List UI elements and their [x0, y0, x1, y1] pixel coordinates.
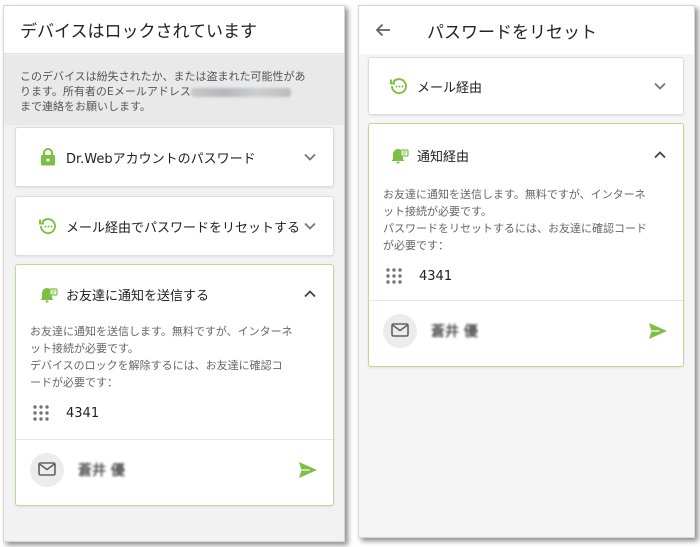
- confirmation-code-row: 4341: [16, 395, 333, 431]
- right-app-bar: パスワードをリセット: [359, 6, 694, 54]
- notify-card-label: 通知経由: [417, 149, 470, 165]
- confirmation-code-row: 4341: [369, 258, 683, 294]
- send-icon[interactable]: [297, 459, 319, 481]
- warning-line-1: このデバイスは紛失されたか、または盗まれた可能性があ: [20, 70, 306, 83]
- chevron-down-icon[interactable]: [301, 217, 319, 235]
- drweb-password-card[interactable]: Dr.Webアカウントのパスワード: [15, 127, 334, 187]
- desc-line-1: お友達に通知を送信します。無料ですが、インターネ: [383, 188, 646, 201]
- avatar: [30, 453, 64, 487]
- desc-line-4: ードが必要です：: [30, 376, 118, 389]
- notify-bell-icon: [38, 284, 58, 304]
- desc-line-2: ット接続が必要です。: [383, 205, 492, 218]
- email-card-header[interactable]: メール経由: [369, 58, 683, 114]
- friend-notify-header[interactable]: お友達に通知を送信する: [16, 265, 333, 323]
- desc-line-2: ット接続が必要です。: [30, 342, 139, 355]
- desc-line-3: パスワードをリセットするには、お友達に確認コード: [383, 222, 647, 235]
- send-icon[interactable]: [647, 320, 669, 342]
- mail-icon: [38, 461, 56, 480]
- warning-line-3: まで連絡をお願いします。: [20, 100, 151, 113]
- back-arrow-icon[interactable]: [371, 18, 395, 42]
- page-title: デバイスはロックされています: [20, 22, 257, 42]
- reset-icon: [38, 216, 58, 236]
- contact-name: 蒼井 優: [431, 324, 478, 340]
- email-reset-label: メール経由でパスワードをリセットする: [66, 220, 301, 236]
- blurred-email: [190, 87, 291, 97]
- drweb-password-header[interactable]: Dr.Webアカウントのパスワード: [16, 128, 333, 186]
- friend-notify-label: お友達に通知を送信する: [66, 288, 210, 304]
- dial-grid-icon: [32, 404, 50, 422]
- friend-notify-description: お友達に通知を送信します。無料ですが、インターネ ット接続が必要です。 デバイス…: [16, 323, 333, 391]
- right-screen: パスワードをリセット メール経由 通知経由 お友達に通知を送信します。無料ですが…: [358, 5, 695, 538]
- friend-contact-row[interactable]: 蒼井 優: [16, 440, 333, 500]
- desc-line-1: お友達に通知を送信します。無料ですが、インターネ: [30, 325, 293, 338]
- avatar: [383, 314, 417, 348]
- email-reset-header[interactable]: メール経由でパスワードをリセットする: [16, 197, 333, 255]
- email-card-label: メール経由: [417, 80, 483, 96]
- chevron-down-icon[interactable]: [301, 148, 319, 166]
- chevron-up-icon[interactable]: [651, 146, 669, 164]
- left-app-bar: デバイスはロックされています: [4, 6, 344, 54]
- friend-contact-row[interactable]: 蒼井 優: [369, 301, 683, 361]
- lost-device-warning: このデバイスは紛失されたか、または盗まれた可能性があ ります。所有者のEメールア…: [4, 55, 344, 125]
- chevron-up-icon[interactable]: [301, 285, 319, 303]
- notify-bell-icon: [389, 145, 409, 165]
- chevron-down-icon[interactable]: [651, 77, 669, 95]
- notify-card-header[interactable]: 通知経由: [369, 124, 683, 186]
- drweb-password-label: Dr.Webアカウントのパスワード: [66, 151, 256, 167]
- left-screen: デバイスはロックされています このデバイスは紛失されたか、または盗まれた可能性が…: [3, 5, 345, 542]
- reset-icon: [389, 76, 409, 96]
- email-reset-card[interactable]: メール経由でパスワードをリセットする: [15, 196, 334, 256]
- page-title: パスワードをリセット: [427, 22, 597, 43]
- lock-icon: [38, 147, 58, 167]
- email-card[interactable]: メール経由: [368, 57, 684, 115]
- friend-notify-card[interactable]: お友達に通知を送信する お友達に通知を送信します。無料ですが、インターネ ット接…: [15, 264, 334, 506]
- confirmation-code: 4341: [66, 405, 100, 421]
- mail-icon: [391, 322, 409, 341]
- confirmation-code: 4341: [419, 268, 453, 284]
- dial-grid-icon: [385, 267, 403, 285]
- contact-name: 蒼井 優: [78, 463, 125, 479]
- warning-line-2: ります。所有者のEメールアドレス: [20, 84, 328, 99]
- desc-line-3: デバイスのロックを解除するには、お友達に確認コ: [30, 359, 283, 372]
- desc-line-4: が必要です：: [383, 239, 449, 252]
- warning-line-2-text: ります。所有者のEメールアドレス: [20, 85, 191, 98]
- notify-description: お友達に通知を送信します。無料ですが、インターネ ット接続が必要です。 パスワー…: [369, 186, 683, 254]
- notify-card[interactable]: 通知経由 お友達に通知を送信します。無料ですが、インターネ ット接続が必要です。…: [368, 123, 684, 367]
